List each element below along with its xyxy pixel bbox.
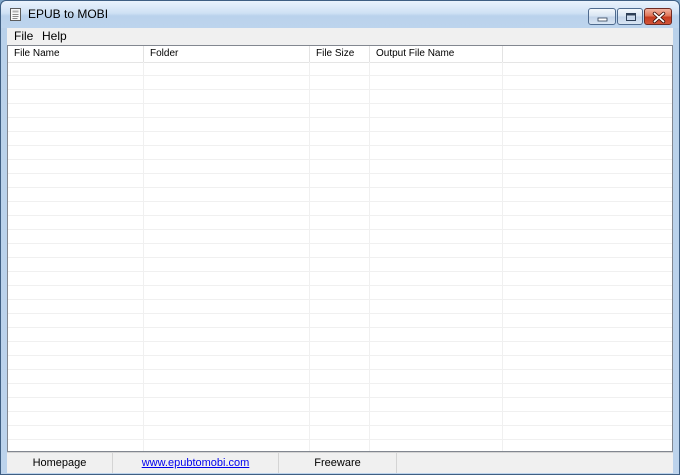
column-header-file-name[interactable]: File Name [8,46,144,62]
file-list[interactable]: File Name Folder File Size Output File N… [7,45,673,452]
homepage-link[interactable]: www.epubtomobi.com [142,457,250,469]
column-divider [502,62,503,451]
list-body[interactable] [8,62,672,451]
homepage-label: Homepage [32,457,87,469]
minimize-icon [597,17,608,22]
list-header: File Name Folder File Size Output File N… [8,46,672,63]
status-bar: Homepage www.epubtomobi.com Freeware [7,452,673,473]
title-bar[interactable]: EPUB to MOBI [1,1,679,28]
maximize-button[interactable] [617,8,643,25]
license-label: Freeware [314,457,361,469]
status-homepage: Homepage [7,453,113,473]
column-divider [369,62,370,451]
close-button[interactable] [644,8,672,25]
maximize-icon [626,13,636,21]
column-header-output-file-name[interactable]: Output File Name [370,46,503,62]
menu-bar: File Help [7,28,673,45]
menu-help[interactable]: Help [39,29,70,43]
minimize-button[interactable] [588,8,616,25]
column-divider [309,62,310,451]
status-link-panel: www.epubtomobi.com [113,453,279,473]
column-header-file-size[interactable]: File Size [310,46,370,62]
column-header-folder[interactable]: Folder [144,46,310,62]
menu-file[interactable]: File [11,29,36,43]
status-license: Freeware [279,453,397,473]
close-icon [652,11,666,24]
app-icon [10,8,21,21]
column-divider [143,62,144,451]
app-window: EPUB to MOBI File Help File Name Folder [0,0,680,475]
window-title: EPUB to MOBI [28,7,109,21]
